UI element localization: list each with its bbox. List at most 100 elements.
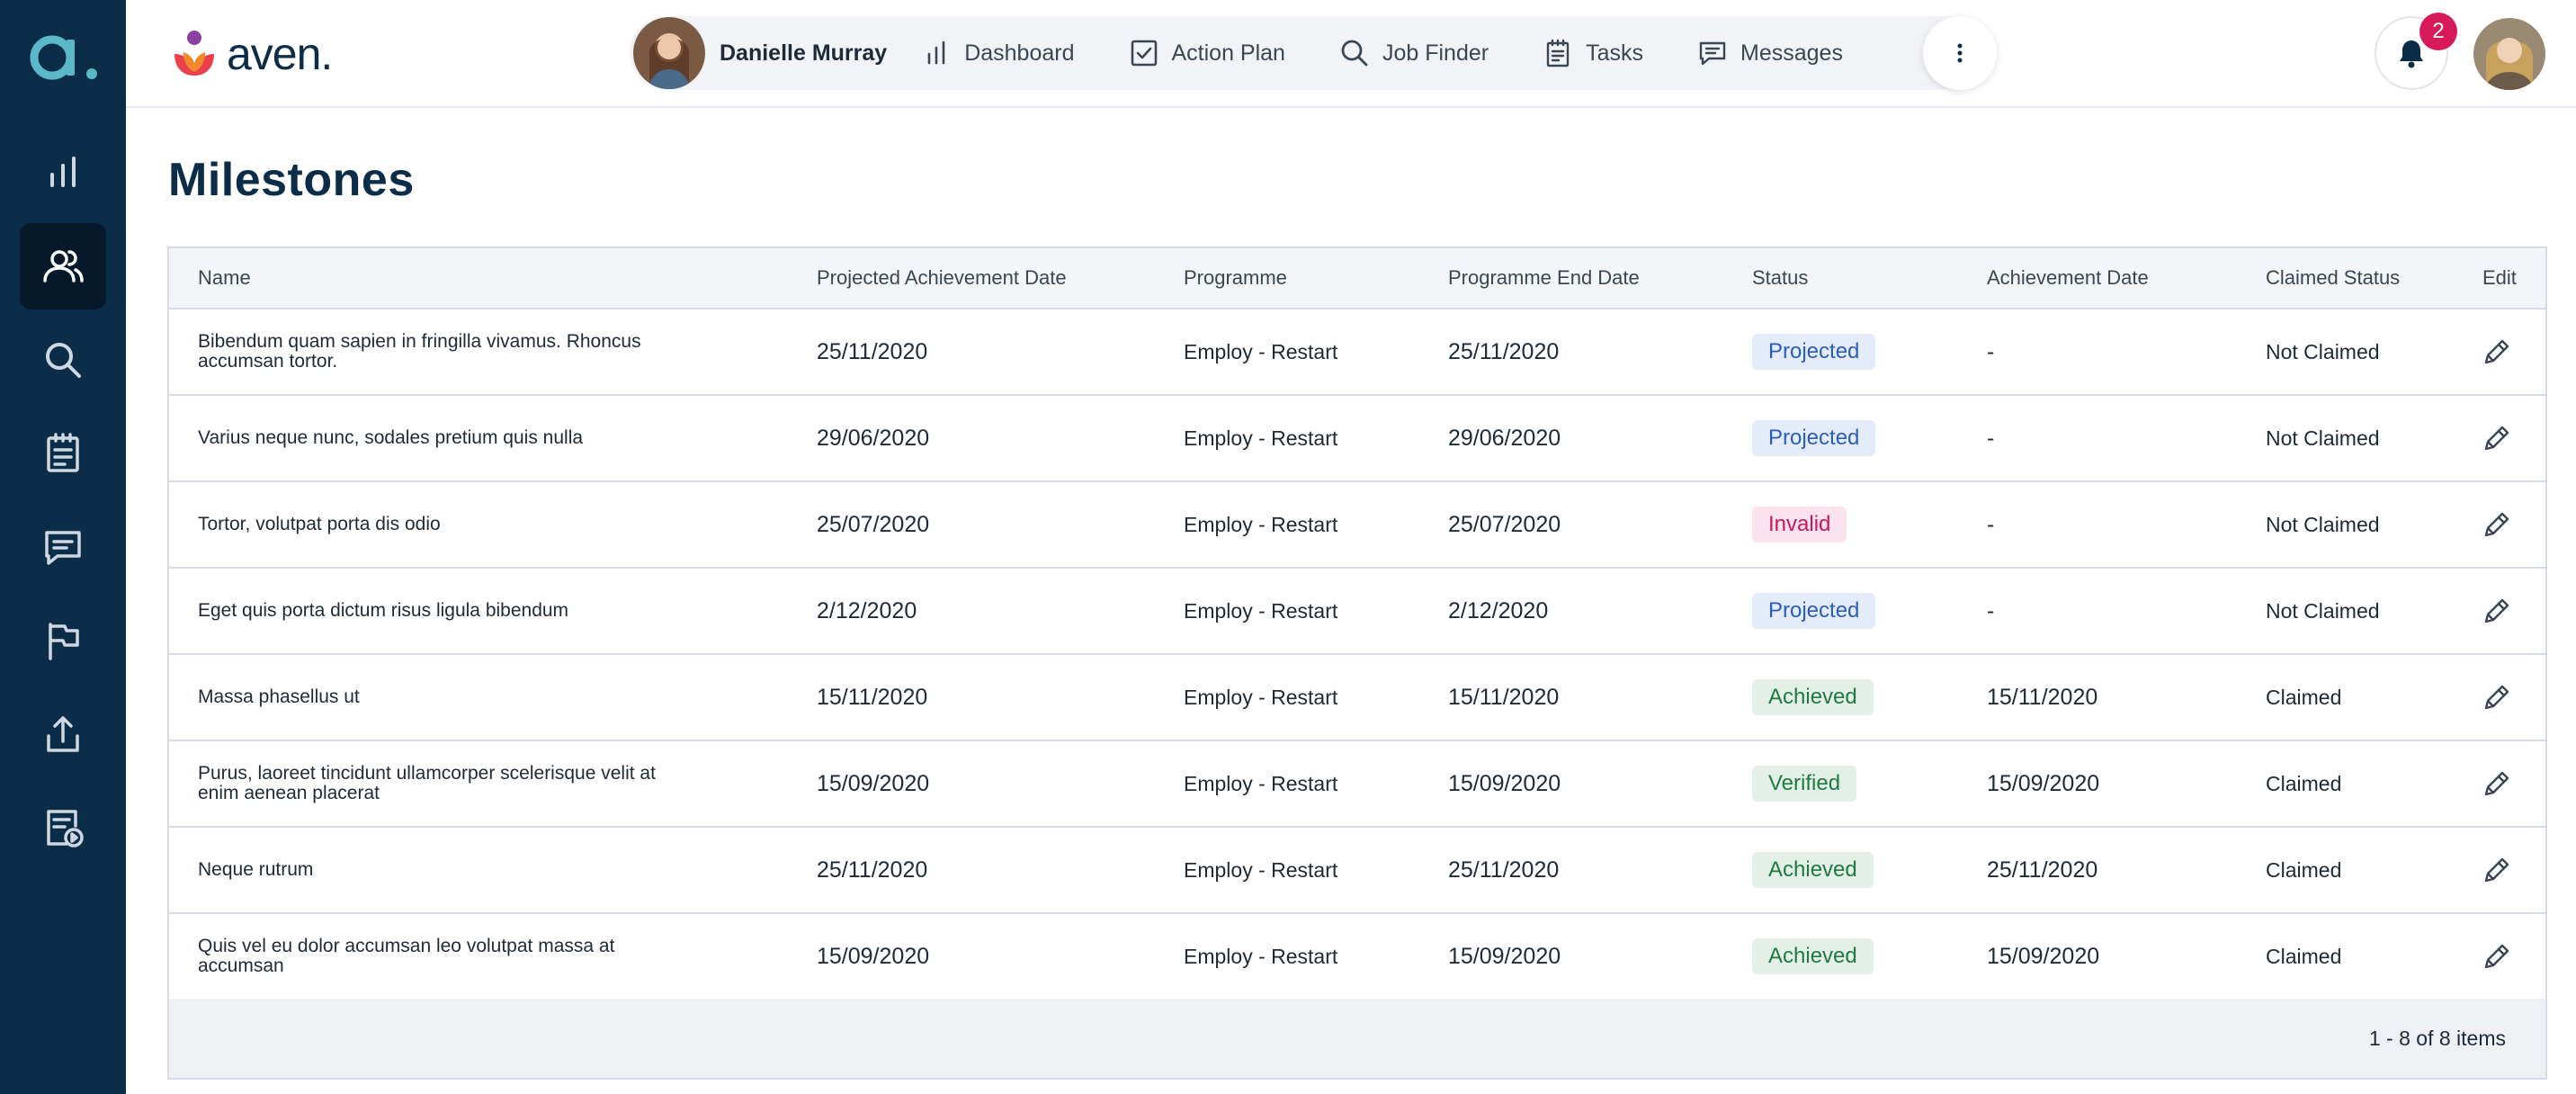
pencil-icon bbox=[2484, 685, 2509, 710]
edit-button[interactable] bbox=[2481, 828, 2513, 912]
avatar bbox=[633, 17, 705, 89]
claimed-status: Claimed bbox=[2266, 857, 2342, 882]
table-footer: 1 - 8 of 8 items bbox=[169, 999, 2545, 1078]
projected-date: 2/12/2020 bbox=[817, 597, 917, 623]
nav-action-plan[interactable]: Action Plan bbox=[1129, 38, 1285, 68]
pencil-icon bbox=[2484, 857, 2509, 883]
achievement-date: 25/11/2020 bbox=[1987, 856, 2098, 883]
brand-name: aven. bbox=[227, 29, 333, 79]
milestone-name: Tortor, volutpat porta dis odio bbox=[198, 514, 441, 534]
table-row[interactable]: Tortor, volutpat porta dis odio 25/07/20… bbox=[169, 482, 2545, 569]
table-row[interactable]: Purus, laoreet tincidunt ullamcorper sce… bbox=[169, 741, 2545, 828]
nav-messages[interactable]: Messages bbox=[1697, 38, 1843, 68]
nav-dashboard[interactable]: Dashboard bbox=[921, 38, 1075, 68]
status-cell: Achieved bbox=[1752, 828, 1874, 912]
edit-button[interactable] bbox=[2481, 309, 2513, 394]
programme-end-date: 25/07/2020 bbox=[1448, 511, 1561, 537]
nav-tasks[interactable]: Tasks bbox=[1543, 38, 1643, 68]
status-cell: Projected bbox=[1752, 309, 1876, 394]
column-header-programme[interactable]: Programme bbox=[1184, 248, 1287, 308]
edit-button[interactable] bbox=[2481, 914, 2513, 999]
status-badge: Verified bbox=[1752, 766, 1857, 802]
bar-chart-icon bbox=[927, 40, 945, 65]
sidebar-item-search[interactable] bbox=[20, 317, 106, 403]
table-header: Name Projected Achievement Date Programm… bbox=[169, 248, 2545, 309]
programme-end-date: 25/11/2020 bbox=[1448, 856, 1560, 883]
programme: Employ - Restart bbox=[1184, 512, 1338, 536]
status-badge: Achieved bbox=[1752, 852, 1874, 888]
programme: Employ - Restart bbox=[1184, 426, 1338, 450]
sidebar-item-messages[interactable] bbox=[20, 504, 106, 590]
milestone-name: Purus, laoreet tincidunt ullamcorper sce… bbox=[198, 763, 656, 803]
projected-date: 25/07/2020 bbox=[817, 511, 930, 537]
claimed-status: Claimed bbox=[2266, 944, 2342, 968]
app-logo-icon[interactable] bbox=[27, 27, 101, 85]
upload-icon bbox=[47, 716, 79, 752]
notification-count-badge: 2 bbox=[2419, 13, 2457, 50]
milestone-name: Eget quis porta dictum risus ligula bibe… bbox=[198, 600, 569, 621]
page-title: Milestones bbox=[168, 154, 415, 206]
nav-job-finder[interactable]: Job Finder bbox=[1339, 38, 1489, 68]
sidebar-item-dashboard[interactable] bbox=[20, 130, 106, 216]
edit-button[interactable] bbox=[2481, 482, 2513, 567]
achievement-date: 15/11/2020 bbox=[1987, 684, 2098, 710]
edit-button[interactable] bbox=[2481, 396, 2513, 480]
edit-button[interactable] bbox=[2481, 741, 2513, 826]
nav-tasks-label: Tasks bbox=[1586, 40, 1643, 66]
programme-end-date: 15/11/2020 bbox=[1448, 684, 1560, 710]
top-bar: aven. Danielle Murray Dashboard Action P… bbox=[126, 0, 2576, 108]
table-row[interactable]: Neque rutrum 25/11/2020 Employ - Restart… bbox=[169, 828, 2545, 914]
nav-messages-label: Messages bbox=[1740, 40, 1843, 66]
sidebar-item-milestones[interactable] bbox=[20, 597, 106, 684]
participant-profile[interactable]: Danielle Murray bbox=[633, 17, 921, 89]
status-cell: Verified bbox=[1752, 741, 1857, 826]
programme: Employ - Restart bbox=[1184, 771, 1338, 795]
claimed-status: Claimed bbox=[2266, 685, 2342, 709]
column-header-name[interactable]: Name bbox=[198, 248, 251, 308]
chat-icon bbox=[45, 531, 81, 565]
pencil-icon bbox=[2484, 512, 2509, 537]
status-badge: Projected bbox=[1752, 420, 1876, 456]
user-avatar[interactable] bbox=[2473, 18, 2545, 90]
sidebar-item-reports[interactable] bbox=[20, 785, 106, 871]
sidebar-item-upload[interactable] bbox=[20, 691, 106, 777]
status-cell: Projected bbox=[1752, 396, 1876, 480]
search-icon bbox=[46, 343, 81, 378]
clipboard-icon bbox=[1546, 39, 1570, 67]
programme-end-date: 25/11/2020 bbox=[1448, 338, 1560, 364]
edit-button[interactable] bbox=[2481, 655, 2513, 740]
status-cell: Projected bbox=[1752, 569, 1876, 653]
milestone-name: Varius neque nunc, sodales pretium quis … bbox=[198, 427, 584, 448]
checkbox-icon bbox=[1131, 40, 1157, 67]
table-row[interactable]: Varius neque nunc, sodales pretium quis … bbox=[169, 396, 2545, 482]
more-vertical-icon bbox=[1957, 43, 1963, 63]
edit-button[interactable] bbox=[2481, 569, 2513, 653]
table-row[interactable]: Eget quis porta dictum risus ligula bibe… bbox=[169, 569, 2545, 655]
status-badge: Invalid bbox=[1752, 507, 1847, 543]
programme: Employ - Restart bbox=[1184, 685, 1338, 709]
brand[interactable]: aven. bbox=[167, 27, 333, 81]
column-header-programme-end-date[interactable]: Programme End Date bbox=[1448, 248, 1640, 308]
pencil-icon bbox=[2484, 598, 2509, 623]
projected-date: 15/09/2020 bbox=[817, 943, 930, 969]
nav-dashboard-label: Dashboard bbox=[964, 40, 1075, 66]
table-row[interactable]: Bibendum quam sapien in fringilla vivamu… bbox=[169, 309, 2545, 396]
table-row[interactable]: Quis vel eu dolor accumsan leo volutpat … bbox=[169, 914, 2545, 1000]
table-row[interactable]: Massa phasellus ut 15/11/2020 Employ - R… bbox=[169, 655, 2545, 741]
column-header-achievement-date[interactable]: Achievement Date bbox=[1987, 248, 2149, 308]
column-header-claimed-status[interactable]: Claimed Status bbox=[2266, 248, 2400, 308]
sidebar-item-participants[interactable] bbox=[20, 223, 106, 309]
pencil-icon bbox=[2484, 426, 2509, 451]
status-cell: Achieved bbox=[1752, 655, 1874, 740]
achievement-date: 15/09/2020 bbox=[1987, 770, 2100, 796]
programme: Employ - Restart bbox=[1184, 944, 1338, 968]
column-header-status[interactable]: Status bbox=[1752, 248, 1808, 308]
milestone-name: Massa phasellus ut bbox=[198, 686, 360, 707]
column-header-projected-date[interactable]: Projected Achievement Date bbox=[817, 248, 1067, 308]
more-menu-button[interactable] bbox=[1923, 16, 1997, 90]
pencil-icon bbox=[2484, 771, 2509, 796]
clipboard-icon bbox=[47, 433, 79, 472]
sidebar-item-tasks[interactable] bbox=[20, 410, 106, 497]
claimed-status: Not Claimed bbox=[2266, 598, 2380, 623]
claimed-status: Not Claimed bbox=[2266, 512, 2380, 536]
